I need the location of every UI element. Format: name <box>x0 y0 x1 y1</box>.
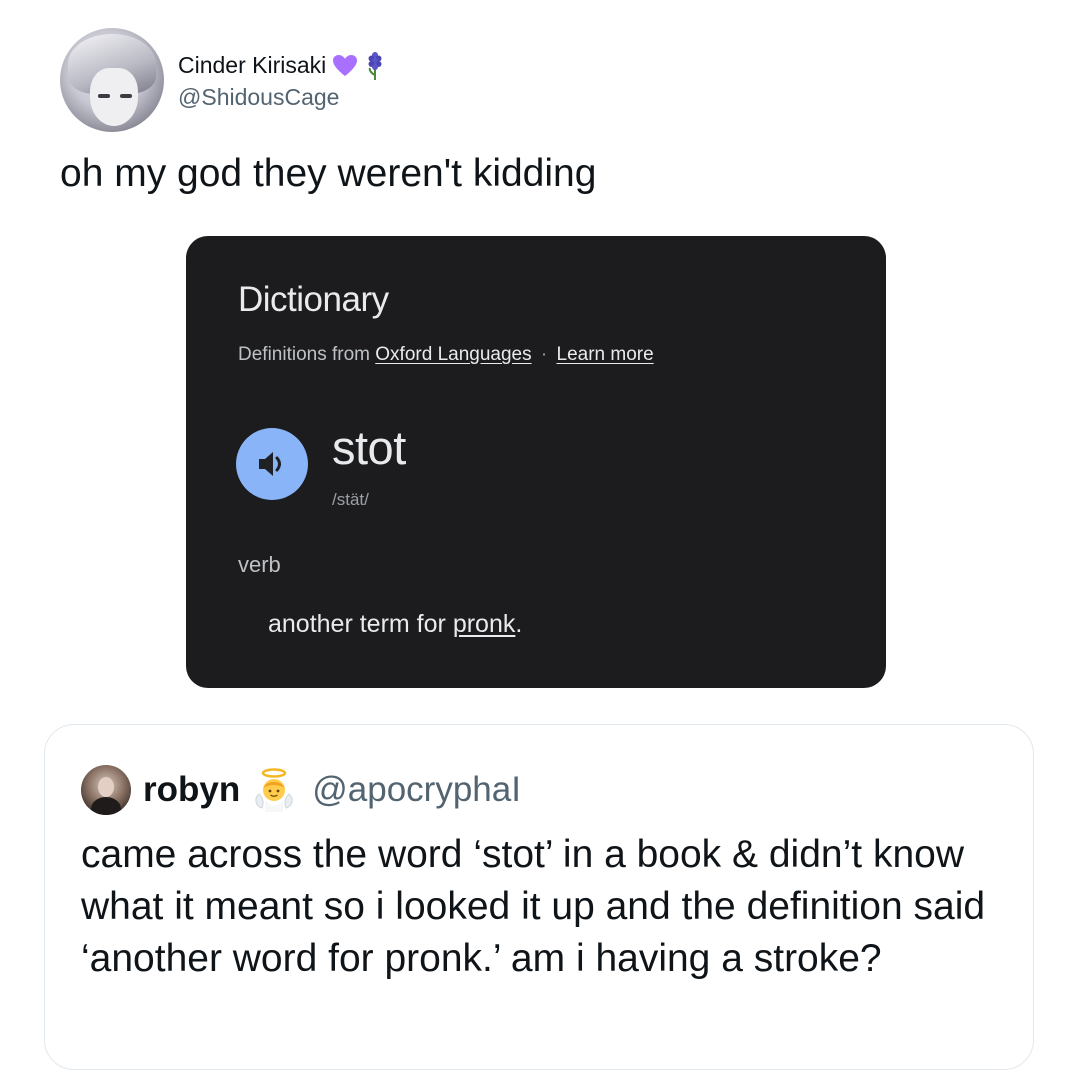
dictionary-source: Definitions from Oxford Languages · Lear… <box>238 344 654 366</box>
definition-period: . <box>515 610 523 638</box>
dictionary-definition: another term for pronk. <box>268 610 522 639</box>
oxford-languages-link[interactable]: Oxford Languages <box>375 344 531 365</box>
hyacinth-icon <box>368 51 382 80</box>
dictionary-word: stot <box>332 421 406 474</box>
pronk-link[interactable]: pronk <box>453 610 516 638</box>
tweet-header: Cinder Kirisaki @ShidousCage <box>60 28 386 132</box>
avatar-eye-left <box>98 94 110 98</box>
author-name[interactable]: Cinder Kirisaki <box>178 52 326 79</box>
quote-avatar-face <box>98 777 114 797</box>
purple-heart-icon <box>333 54 358 76</box>
definition-text: another term for <box>268 610 453 638</box>
quote-header: robyn @apocryphaI <box>81 765 521 815</box>
author-handle[interactable]: @ShidousCage <box>178 84 386 111</box>
tweet-text: oh my god they weren't kidding <box>60 152 597 195</box>
author-avatar[interactable] <box>60 28 164 132</box>
quote-text: came across the word ‘stot’ in a book & … <box>81 833 986 980</box>
author-name-row: Cinder Kirisaki <box>178 50 386 82</box>
part-of-speech: verb <box>238 552 281 577</box>
dictionary-title: Dictionary <box>238 280 389 319</box>
source-separator: · <box>540 344 548 365</box>
dictionary-card[interactable]: Dictionary Definitions from Oxford Langu… <box>186 236 886 688</box>
quote-avatar-body <box>91 797 121 815</box>
speaker-icon <box>259 452 281 476</box>
source-prefix: Definitions from <box>238 344 370 365</box>
dictionary-phonetic: /stät/ <box>332 490 369 509</box>
pronunciation-button[interactable] <box>236 428 308 500</box>
quote-avatar[interactable] <box>81 765 131 815</box>
author-info: Cinder Kirisaki @ShidousCage <box>178 50 386 111</box>
angel-icon <box>255 768 293 812</box>
avatar-eye-right <box>120 94 132 98</box>
learn-more-link[interactable]: Learn more <box>557 344 654 365</box>
quoted-tweet[interactable]: robyn @apocryphaI came across the word ‘… <box>44 724 1034 1070</box>
quote-author-handle[interactable]: @apocryphaI <box>312 770 521 810</box>
quote-author-name[interactable]: robyn <box>143 770 240 810</box>
